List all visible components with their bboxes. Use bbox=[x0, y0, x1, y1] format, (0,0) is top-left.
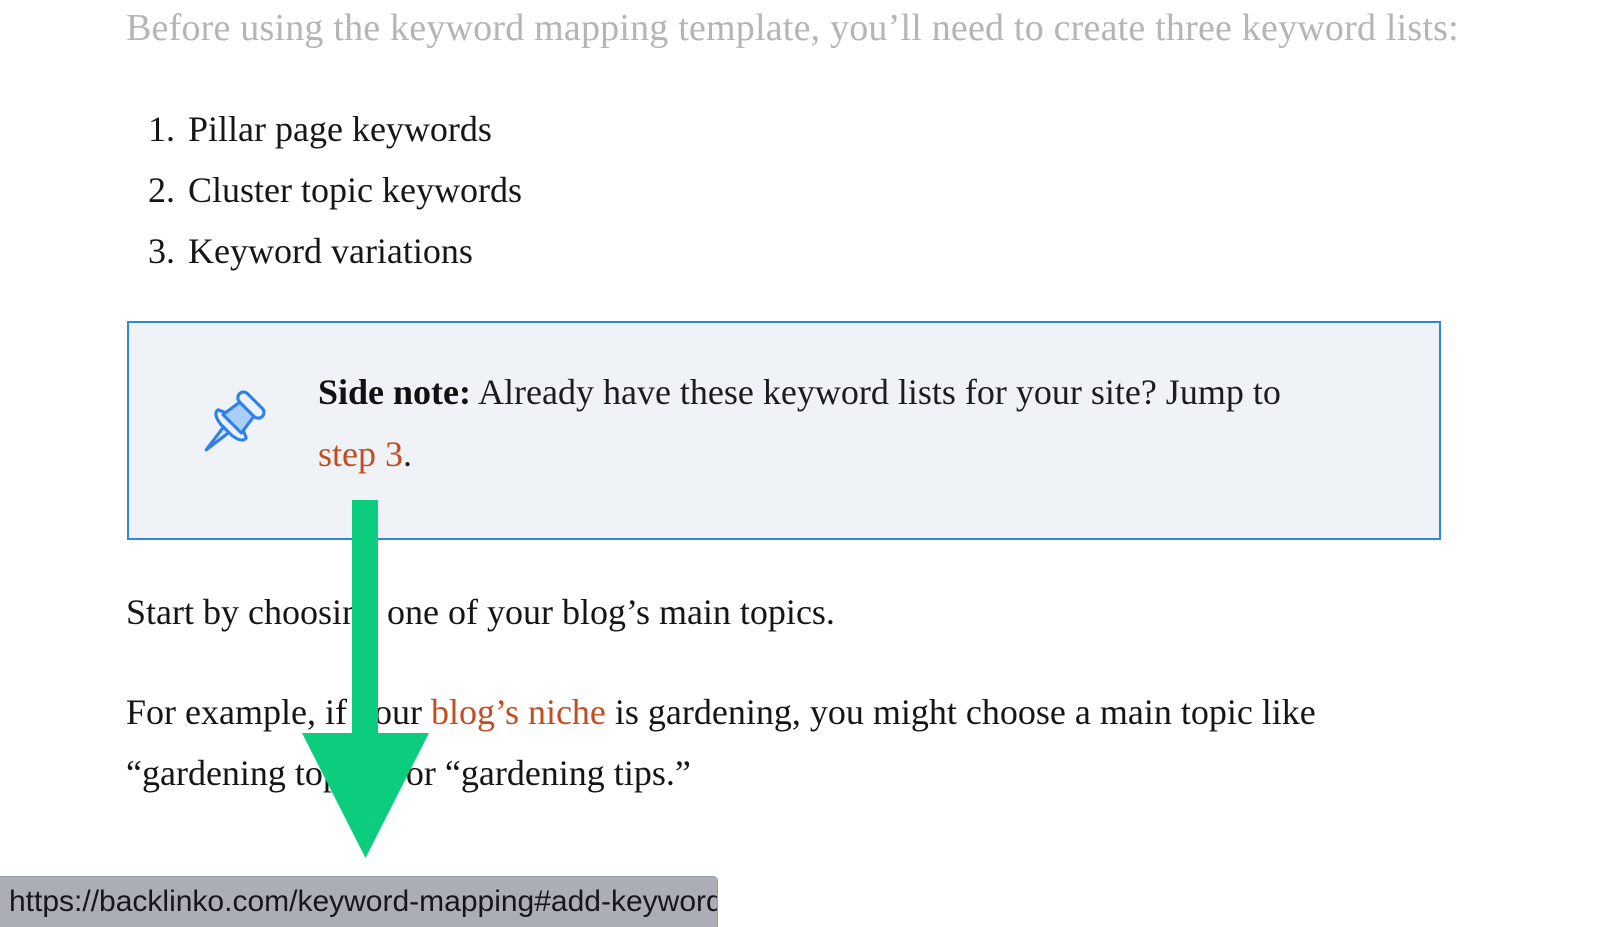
list-item-number: 3. bbox=[126, 221, 175, 282]
sidenote-line1: Already have these keyword lists for you… bbox=[471, 372, 1281, 412]
list-item-label: Keyword variations bbox=[188, 221, 473, 282]
list-item-number: 1. bbox=[126, 99, 175, 160]
blogs-niche-link[interactable]: blog’s niche bbox=[431, 692, 606, 732]
sidenote-bold-label: Side note: bbox=[318, 372, 471, 412]
browser-status-bar: https://backlinko.com/keyword-mapping#ad… bbox=[0, 876, 718, 927]
intro-sentence: Before using the keyword mapping templat… bbox=[126, 6, 1466, 50]
sidenote-period: . bbox=[403, 434, 412, 474]
step-3-link[interactable]: step 3 bbox=[318, 434, 403, 474]
green-down-arrow-shape bbox=[302, 500, 429, 858]
pushpin-icon bbox=[184, 378, 276, 474]
p2-text-after-link: is gardening, you might choose a main to… bbox=[606, 692, 1316, 732]
list-item-label: Cluster topic keywords bbox=[188, 160, 522, 221]
sidenote-text: Side note: Already have these keyword li… bbox=[318, 361, 1378, 485]
list-item-label: Pillar page keywords bbox=[188, 99, 492, 160]
list-item: 3. Keyword variations bbox=[126, 221, 522, 282]
status-bar-url: https://backlinko.com/keyword-mapping#ad… bbox=[9, 885, 718, 918]
keyword-lists: 1. Pillar page keywords 2. Cluster topic… bbox=[126, 99, 522, 282]
list-item: 1. Pillar page keywords bbox=[126, 99, 522, 160]
list-item: 2. Cluster topic keywords bbox=[126, 160, 522, 221]
list-item-number: 2. bbox=[126, 160, 175, 221]
green-down-arrow bbox=[302, 500, 429, 858]
